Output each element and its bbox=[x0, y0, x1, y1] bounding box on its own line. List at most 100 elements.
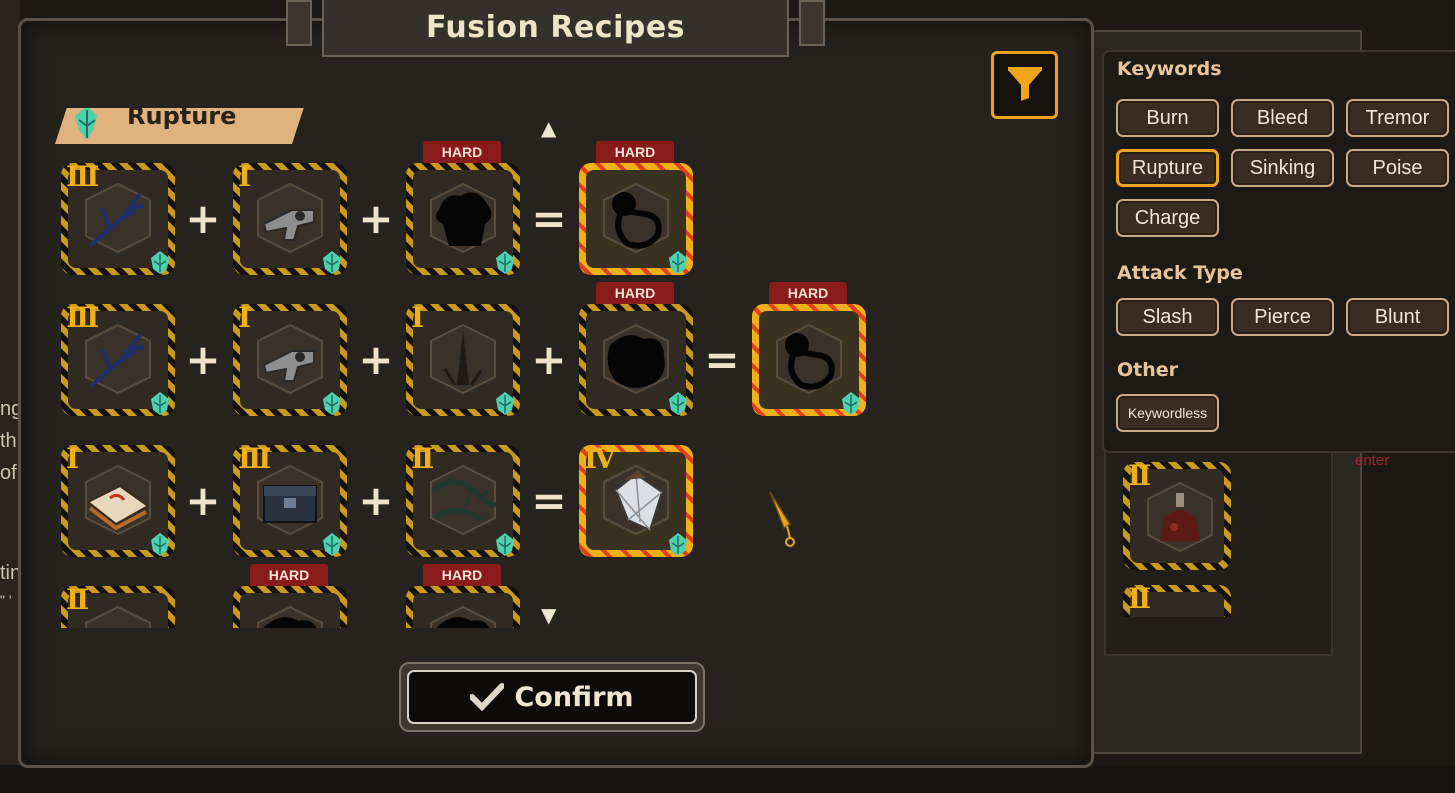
recipe-ingredient-slot[interactable]: HARD bbox=[579, 282, 693, 416]
recipe-ingredient-slot[interactable]: II bbox=[61, 586, 175, 628]
background-text: th bbox=[0, 430, 17, 452]
rupture-gem-icon bbox=[323, 251, 341, 274]
item-art-icon bbox=[85, 464, 151, 536]
recipe-row[interactable]: III + I + I + HARD = HARD bbox=[55, 282, 895, 416]
item-tier: II bbox=[1128, 459, 1151, 492]
other-heading: Other bbox=[1117, 359, 1179, 381]
attack-type-heading: Attack Type bbox=[1117, 262, 1243, 284]
keywords-heading: Keywords bbox=[1117, 58, 1222, 80]
recipe-ingredient-slot[interactable]: III bbox=[61, 304, 175, 416]
hard-badge: HARD bbox=[596, 282, 674, 304]
hard-badge: HARD bbox=[596, 141, 674, 163]
recipe-ingredient-slot[interactable]: HARD bbox=[233, 564, 347, 628]
filter-button[interactable] bbox=[991, 51, 1058, 119]
confirm-label: Confirm bbox=[514, 681, 634, 713]
item-art-icon bbox=[430, 464, 498, 536]
item-tier: II bbox=[66, 583, 89, 616]
background-text: " ' bbox=[0, 592, 12, 608]
background-left-strip bbox=[0, 0, 20, 793]
recipe-ingredient-slot[interactable]: I bbox=[61, 445, 175, 557]
filter-option-charge[interactable]: Charge bbox=[1116, 199, 1219, 237]
filter-option-bleed[interactable]: Bleed bbox=[1231, 99, 1334, 137]
recipe-ingredient-slot[interactable]: HARD bbox=[406, 564, 520, 628]
background-red-text: enter bbox=[1355, 452, 1390, 469]
rupture-gem-icon bbox=[496, 251, 514, 274]
rupture-gem-icon bbox=[496, 392, 514, 415]
plus-sign: + bbox=[358, 476, 394, 525]
item-art-icon bbox=[257, 323, 323, 395]
filter-option-rupture[interactable]: Rupture bbox=[1116, 149, 1219, 187]
filter-option-tremor[interactable]: Tremor bbox=[1346, 99, 1449, 137]
cursor-icon bbox=[769, 491, 795, 547]
item-tier: IV bbox=[584, 442, 616, 475]
item-tier: III bbox=[66, 301, 99, 334]
item-tier: I bbox=[66, 442, 79, 475]
equals-sign: = bbox=[531, 476, 567, 525]
recipe-ingredient-slot[interactable]: I bbox=[233, 163, 347, 275]
background-bottom-bar bbox=[0, 765, 1455, 793]
item-tier: II bbox=[1128, 585, 1151, 615]
filter-option-pierce[interactable]: Pierce bbox=[1231, 298, 1334, 336]
rupture-gem-icon bbox=[151, 251, 169, 274]
rupture-gem-icon bbox=[151, 533, 169, 556]
item-tier: II bbox=[411, 442, 434, 475]
recipe-ingredient-slot[interactable]: I bbox=[406, 304, 520, 416]
recipe-ingredient-slot[interactable]: II bbox=[406, 445, 520, 557]
check-icon bbox=[470, 683, 505, 711]
filter-option-keywordless[interactable]: Keywordless bbox=[1116, 394, 1219, 432]
plus-sign: + bbox=[358, 335, 394, 384]
filter-icon bbox=[1007, 67, 1042, 101]
recipe-ingredient-slot[interactable]: I bbox=[233, 304, 347, 416]
recipe-result-slot[interactable]: HARD bbox=[579, 141, 693, 275]
filter-panel: Keywords Attack Type Other Burn Bleed Trem… bbox=[1102, 50, 1455, 453]
item-tier: III bbox=[66, 160, 99, 193]
equals-sign: = bbox=[704, 335, 740, 384]
background-text: of bbox=[0, 462, 17, 484]
rupture-icon bbox=[75, 108, 97, 140]
hard-badge: HARD bbox=[423, 141, 501, 163]
item-tier: I bbox=[238, 160, 251, 193]
filter-option-poise[interactable]: Poise bbox=[1346, 149, 1449, 187]
recipe-result-slot[interactable]: HARD bbox=[752, 282, 866, 416]
item-tier: I bbox=[238, 301, 251, 334]
rupture-gem-icon bbox=[842, 392, 860, 415]
page-title: Fusion Recipes bbox=[425, 10, 686, 45]
item-art-icon bbox=[430, 182, 496, 254]
rupture-gem-icon bbox=[669, 251, 687, 274]
recipe-ingredient-slot[interactable]: HARD bbox=[406, 141, 520, 275]
recipe-row[interactable]: III + I + HARD = HARD bbox=[55, 141, 895, 275]
rupture-gem-icon bbox=[669, 533, 687, 556]
item-art-icon bbox=[257, 605, 323, 628]
item-art-icon bbox=[776, 323, 842, 395]
recipe-result-slot[interactable]: IV bbox=[579, 445, 693, 557]
confirm-button[interactable]: Confirm bbox=[399, 662, 705, 732]
item-tier: I bbox=[411, 301, 424, 334]
item-art-icon bbox=[430, 605, 496, 628]
title-plate: Fusion Recipes bbox=[286, 0, 825, 57]
rupture-gem-icon bbox=[496, 533, 514, 556]
rupture-gem-icon bbox=[151, 392, 169, 415]
item-art-icon bbox=[603, 182, 669, 254]
rupture-gem-icon bbox=[669, 392, 687, 415]
plus-sign: + bbox=[185, 335, 221, 384]
item-art-icon bbox=[430, 323, 496, 395]
section-title: Rupture bbox=[127, 108, 237, 130]
hard-badge: HARD bbox=[423, 564, 501, 586]
filter-option-burn[interactable]: Burn bbox=[1116, 99, 1219, 137]
filter-option-slash[interactable]: Slash bbox=[1116, 298, 1219, 336]
recipe-list[interactable]: Rupture III + I + HARD = HARD III + I + I + HARD = HARD… bbox=[55, 108, 895, 628]
plus-sign: + bbox=[185, 194, 221, 243]
item-art-icon bbox=[257, 182, 323, 254]
filter-option-blunt[interactable]: Blunt bbox=[1346, 298, 1449, 336]
item-art-icon bbox=[85, 605, 151, 628]
hard-badge: HARD bbox=[250, 564, 328, 586]
rupture-gem-icon bbox=[323, 533, 341, 556]
item-tier: III bbox=[238, 442, 271, 475]
potion-icon bbox=[1147, 481, 1213, 553]
recipe-ingredient-slot[interactable]: III bbox=[61, 163, 175, 275]
item-art-icon bbox=[603, 323, 669, 395]
recipe-ingredient-slot[interactable]: III bbox=[233, 445, 347, 557]
plus-sign: + bbox=[358, 194, 394, 243]
filter-option-sinking[interactable]: Sinking bbox=[1231, 149, 1334, 187]
recipe-row[interactable]: II HARD HARD bbox=[55, 564, 895, 628]
